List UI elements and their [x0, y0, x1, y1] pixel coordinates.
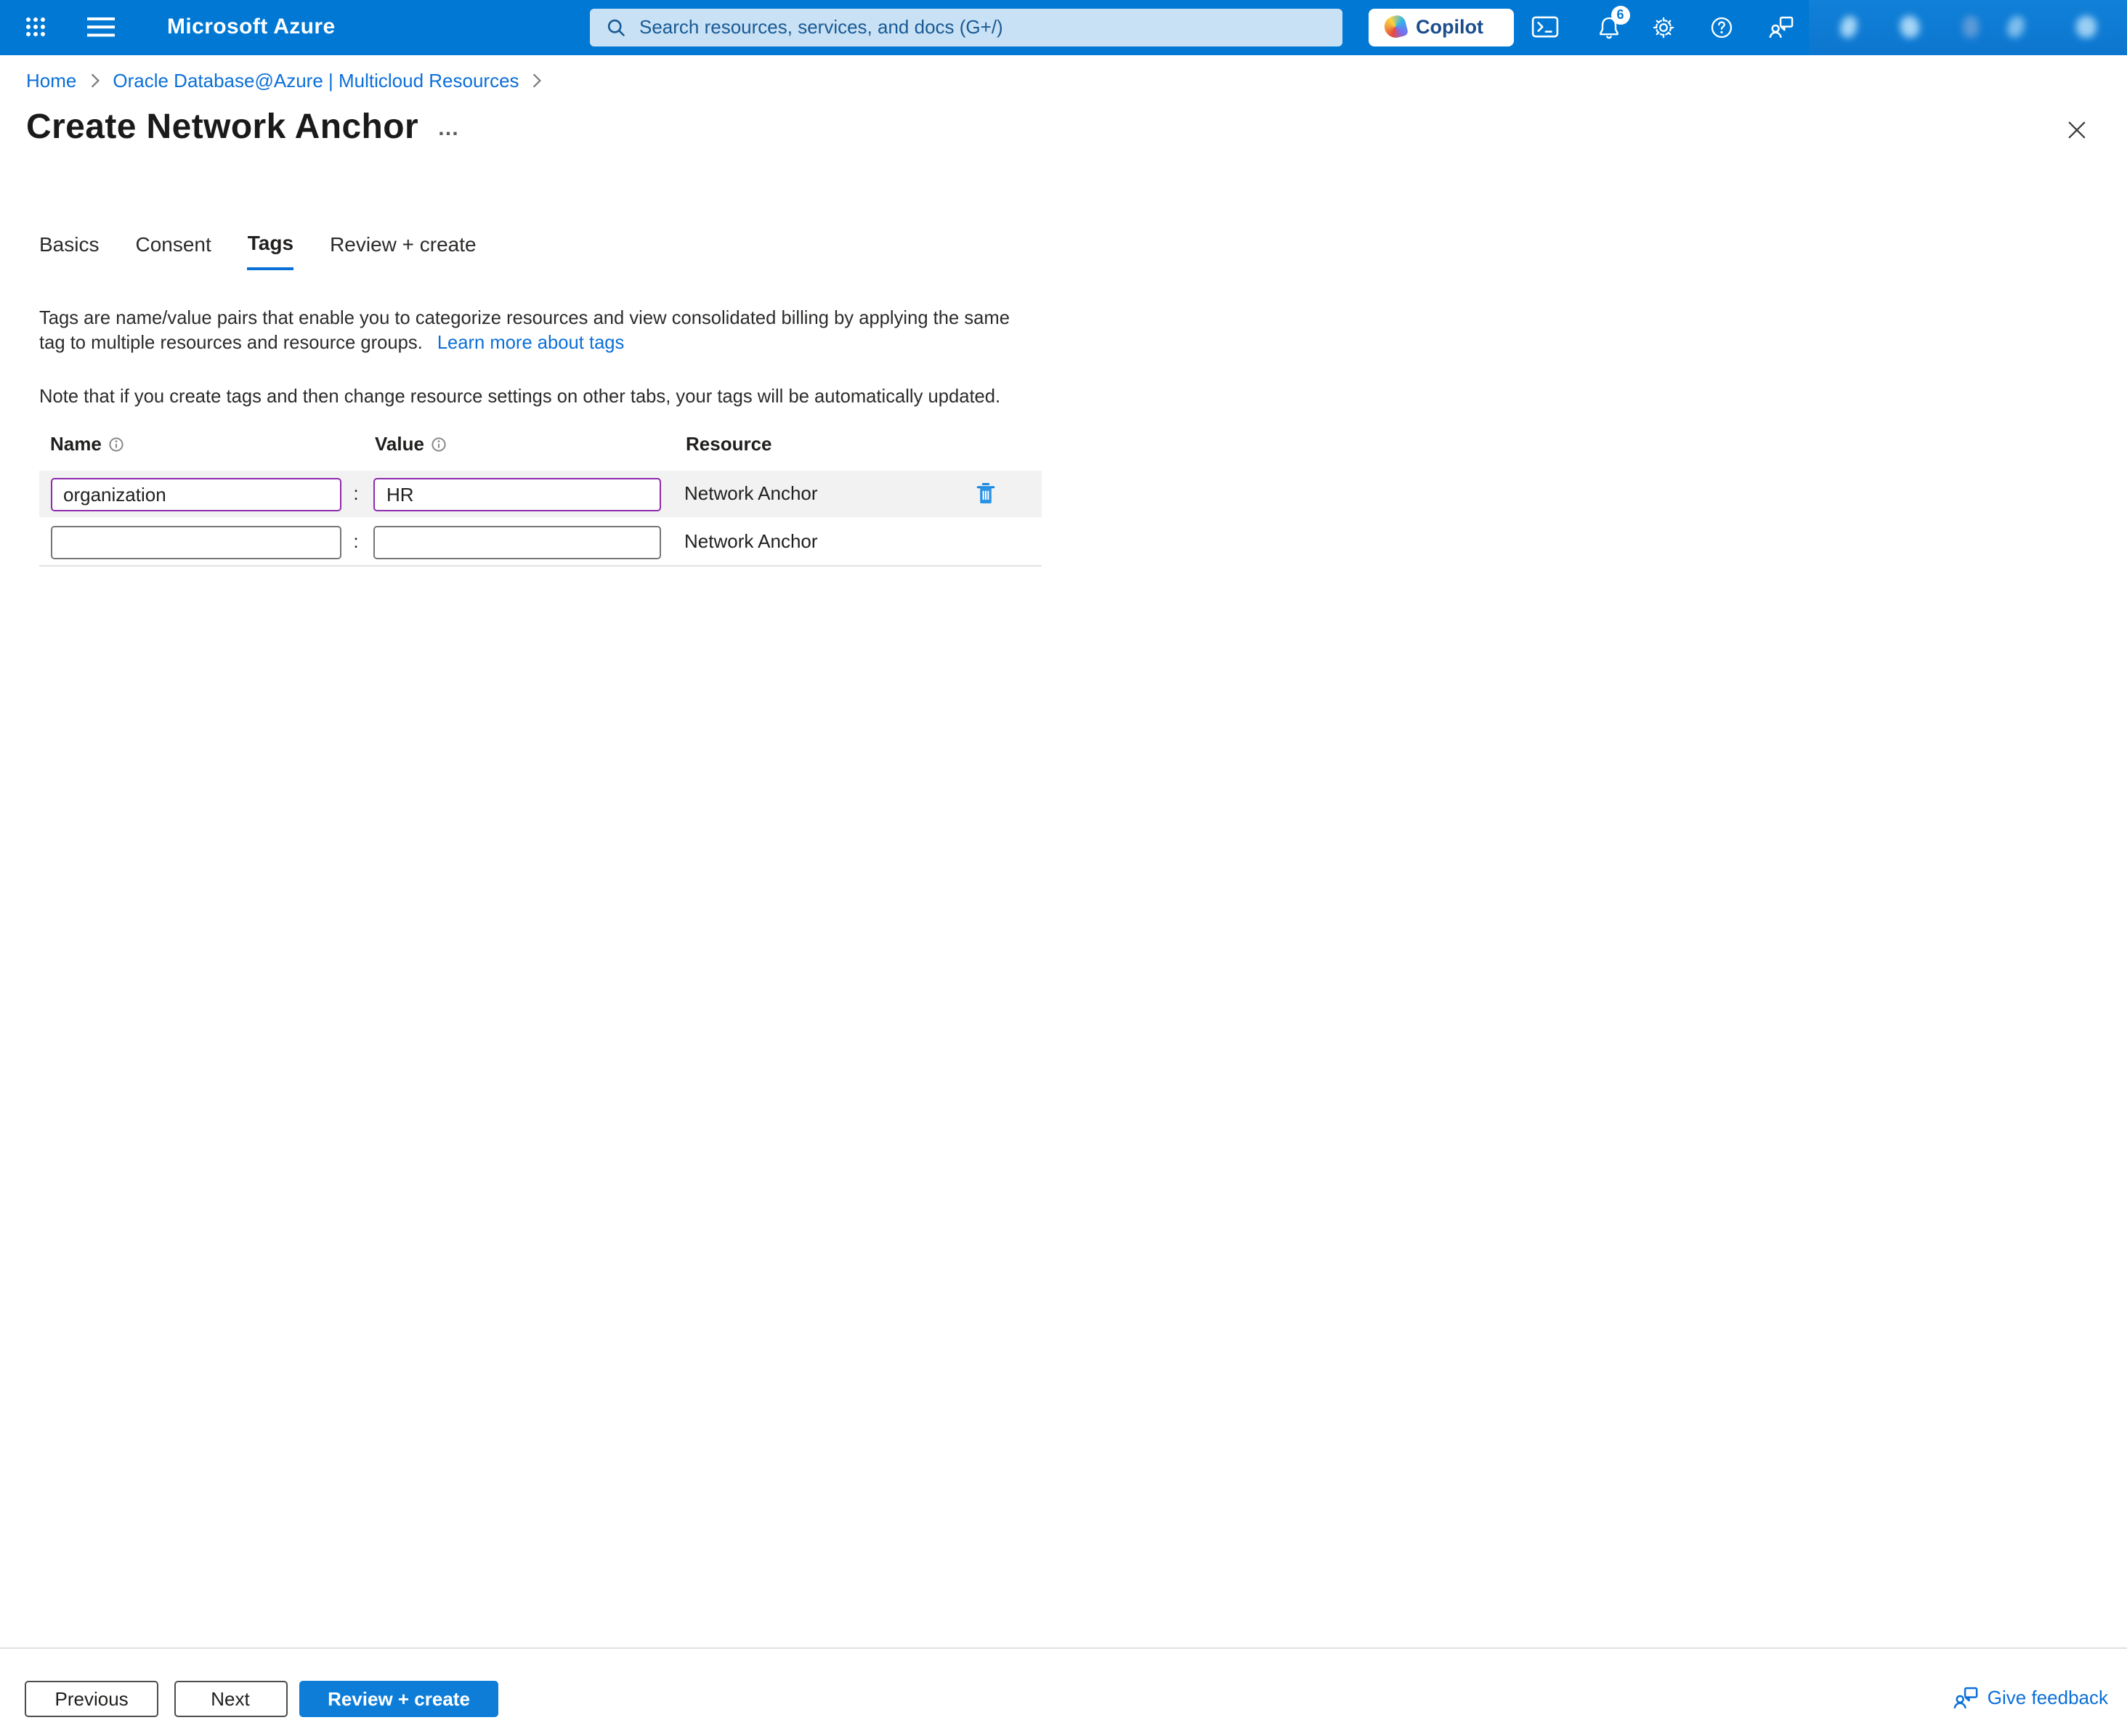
breadcrumb: Home Oracle Database@Azure | Multicloud …	[26, 70, 543, 92]
learn-more-tags-link[interactable]: Learn more about tags	[437, 332, 625, 354]
cloud-shell-icon	[1531, 17, 1558, 38]
context-menu-ellipsis-button[interactable]: …	[434, 113, 463, 144]
value-column-header: Value	[375, 433, 424, 455]
tab-tags[interactable]: Tags	[248, 230, 293, 270]
info-icon[interactable]	[109, 437, 123, 451]
topbar: Microsoft Azure Search resources, servic…	[0, 0, 2127, 54]
resource-column-header: Resource	[686, 433, 772, 455]
wizard-footer: Previous Next Review + create Give feedb…	[0, 1647, 2127, 1736]
tag-value-input[interactable]	[373, 525, 661, 559]
give-feedback-button[interactable]: Give feedback	[1953, 1679, 2108, 1716]
settings-gear-icon	[1652, 16, 1675, 39]
tab-basics[interactable]: Basics	[39, 230, 99, 270]
app-launcher-button[interactable]	[12, 0, 58, 54]
breadcrumb-home-link[interactable]: Home	[26, 70, 76, 92]
tag-resource-label: Network Anchor	[684, 517, 818, 565]
give-feedback-label: Give feedback	[1988, 1687, 2108, 1708]
delete-trash-icon	[976, 482, 994, 506]
tags-intro-text: Tags are name/value pairs that enable yo…	[39, 305, 1010, 356]
help-icon	[1710, 16, 1733, 39]
delete-tag-button[interactable]	[966, 470, 1004, 517]
close-icon	[2067, 120, 2086, 139]
azure-portal-window: Microsoft Azure Search resources, servic…	[0, 0, 2127, 1736]
name-value-separator: :	[349, 470, 363, 517]
breadcrumb-parent-link[interactable]: Oracle Database@Azure | Multicloud Resou…	[113, 70, 519, 92]
account-info-redacted[interactable]	[1809, 0, 2127, 54]
global-search-input[interactable]: Search resources, services, and docs (G+…	[590, 9, 1342, 46]
next-button[interactable]: Next	[174, 1680, 287, 1716]
blurred-glyph	[1838, 15, 1859, 40]
blurred-glyph	[2005, 14, 2027, 40]
portal-menu-button[interactable]	[76, 0, 125, 54]
help-button[interactable]	[1695, 0, 1748, 54]
search-icon	[606, 17, 626, 38]
page-title: Create Network Anchor	[26, 108, 418, 148]
avatar	[2076, 16, 2096, 38]
close-blade-button[interactable]	[2060, 113, 2092, 145]
breadcrumb-chevron-icon	[89, 73, 100, 89]
review-create-button[interactable]: Review + create	[299, 1680, 498, 1716]
feedback-icon	[1767, 16, 1794, 39]
notifications-button[interactable]: 6	[1583, 0, 1635, 54]
cloud-shell-button[interactable]	[1518, 0, 1571, 54]
blurred-glyph	[1898, 15, 1921, 40]
tag-name-input[interactable]	[50, 525, 341, 559]
copilot-button[interactable]: Copilot	[1368, 9, 1513, 46]
feedback-button[interactable]	[1754, 0, 1807, 54]
tag-resource-label: Network Anchor	[684, 470, 818, 517]
tags-intro-line2: tag to multiple resources and resource g…	[39, 332, 423, 354]
tag-row-filled: : Network Anchor	[39, 470, 1042, 517]
info-icon[interactable]	[432, 437, 446, 451]
blurred-glyph	[1963, 16, 1979, 38]
name-value-separator: :	[349, 517, 363, 565]
tab-review-create[interactable]: Review + create	[330, 230, 477, 270]
notification-count-badge: 6	[1611, 5, 1630, 25]
search-placeholder: Search resources, services, and docs (G+…	[639, 17, 1003, 38]
tags-intro-line1: Tags are name/value pairs that enable yo…	[39, 307, 1010, 328]
name-column-header: Name	[50, 433, 102, 455]
copilot-label: Copilot	[1416, 17, 1483, 38]
tag-value-input[interactable]	[373, 477, 661, 511]
app-launcher-icon	[25, 18, 30, 23]
product-name[interactable]: Microsoft Azure	[167, 0, 336, 54]
tag-row-empty: : Network Anchor	[39, 517, 1042, 567]
tab-consent[interactable]: Consent	[135, 230, 211, 270]
give-feedback-icon	[1953, 1686, 1979, 1709]
tags-note-text: Note that if you create tags and then ch…	[39, 385, 1000, 407]
settings-button[interactable]	[1637, 0, 1690, 54]
copilot-logo-icon	[1382, 14, 1408, 40]
hamburger-icon	[86, 17, 114, 20]
previous-button[interactable]: Previous	[25, 1680, 159, 1716]
breadcrumb-chevron-icon	[532, 73, 543, 89]
tag-name-input[interactable]	[50, 477, 341, 511]
wizard-tabs: Basics Consent Tags Review + create	[39, 230, 477, 270]
tags-table-header: Name Value Resource	[0, 433, 2127, 462]
